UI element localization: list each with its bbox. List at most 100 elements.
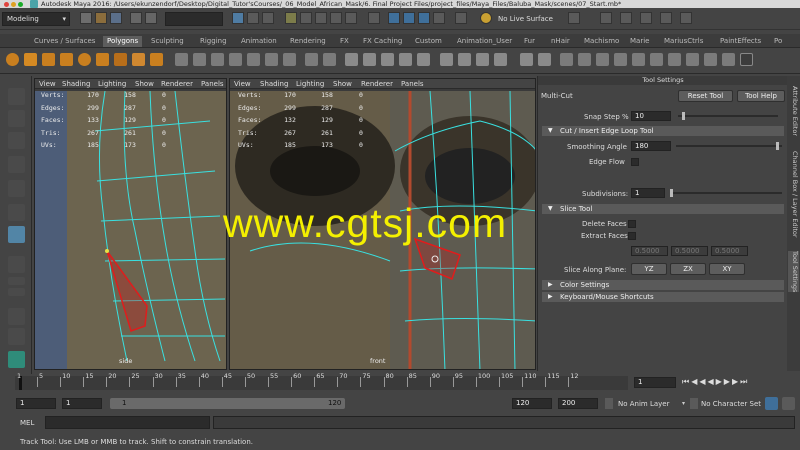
side-viewport-canvas[interactable]: Verts: 170 158 0 Edges: 299 287 0 Faces: 133 129… (35, 91, 226, 369)
section-keyboard-mouse-shortcuts[interactable]: ▶ Keyboard/Mouse Shortcuts (542, 292, 784, 302)
menu-lighting[interactable]: Lighting (296, 79, 324, 89)
auto-key-icon[interactable] (765, 397, 778, 410)
fill-hole-icon[interactable] (399, 53, 412, 66)
select-tool-icon[interactable] (8, 88, 25, 105)
menu-panels[interactable]: Panels (401, 79, 424, 89)
cut-uv-icon[interactable] (686, 53, 699, 66)
planar-map-icon[interactable] (578, 53, 591, 66)
anim-layer-icon[interactable] (605, 398, 613, 409)
extract-offset-y-field[interactable]: 0.5000 (671, 246, 708, 256)
anim-layer-label[interactable]: No Anim Layer (618, 400, 669, 408)
boolean-union-icon[interactable] (247, 53, 260, 66)
time-slider[interactable]: 1 ⏮◀◀◀▶▶▶⏭ (0, 374, 800, 392)
playback-end-field[interactable]: 120 (512, 398, 552, 409)
snap-step-slider[interactable] (678, 115, 778, 117)
extract-offset-x-field[interactable]: 0.5000 (631, 246, 668, 256)
edge-flow-checkbox[interactable] (631, 158, 639, 166)
single-perspective-layout-icon[interactable] (8, 256, 25, 273)
live-surface-icon[interactable] (480, 12, 492, 24)
menu-show[interactable]: Show (135, 79, 154, 89)
shelf-tab-po[interactable]: Po (774, 36, 782, 47)
section-color-settings[interactable]: ▶ Color Settings (542, 280, 784, 290)
extract-faces-checkbox[interactable] (628, 232, 636, 240)
slice-plane-xy-button[interactable]: XY (709, 263, 745, 275)
subdivisions-slider-handle[interactable] (670, 189, 673, 197)
unfold-icon[interactable] (650, 53, 663, 66)
poly-plane-icon[interactable] (96, 53, 109, 66)
tool-help-button[interactable]: Tool Help (737, 90, 785, 102)
shelf-tab-custom[interactable]: Custom (415, 36, 442, 47)
menu-show[interactable]: Show (333, 79, 352, 89)
smooth-mesh-icon[interactable] (323, 53, 336, 66)
snap-grid-icon[interactable] (285, 12, 297, 24)
playback-start-field[interactable]: 1 (62, 398, 102, 409)
menu-panels[interactable]: Panels (201, 79, 224, 89)
subdivisions-slider[interactable] (670, 192, 782, 194)
preferences-icon[interactable] (782, 397, 795, 410)
automatic-map-icon[interactable] (632, 53, 645, 66)
separate-icon[interactable] (193, 53, 206, 66)
quad-draw-icon[interactable] (494, 53, 507, 66)
rotate-tool-icon[interactable] (8, 180, 25, 197)
menu-view[interactable]: View (234, 79, 251, 89)
minimize-window-icon[interactable] (11, 2, 16, 7)
smoothing-angle-slider[interactable] (676, 145, 782, 147)
modeling-toolkit-icon[interactable] (600, 12, 612, 24)
menu-shading[interactable]: Shading (260, 79, 288, 89)
range-slider-bar[interactable]: 1 120 (110, 398, 345, 409)
boolean-difference-icon[interactable] (265, 53, 278, 66)
side-tab-channel-box-layer-editor[interactable]: Channel Box / Layer Editor (788, 151, 799, 238)
selection-mask-dropdown[interactable] (165, 12, 223, 26)
extrude-icon[interactable] (345, 53, 358, 66)
extract-offset-z-field[interactable]: 0.5000 (711, 246, 748, 256)
bridge-icon[interactable] (363, 53, 376, 66)
layer-editor-toggle-icon[interactable] (680, 12, 692, 24)
new-scene-icon[interactable] (80, 12, 92, 24)
outliner-layout-icon[interactable] (8, 308, 25, 325)
undo-icon[interactable] (130, 12, 142, 24)
character-set-icon[interactable] (690, 398, 698, 409)
make-live-icon[interactable] (345, 12, 357, 24)
two-view-layout-icon[interactable] (8, 288, 25, 296)
viewport-side[interactable]: View Shading Lighting Show Renderer Pane… (34, 78, 227, 370)
target-weld-icon[interactable] (458, 53, 471, 66)
start-time-field[interactable]: 1 (16, 398, 56, 409)
uv-editor-icon[interactable] (560, 53, 573, 66)
input-line-icon[interactable] (455, 12, 467, 24)
shelf-tab-animation[interactable]: Animation (241, 36, 277, 47)
slice-plane-zx-button[interactable]: ZX (670, 263, 706, 275)
shelf-tab-fx[interactable]: FX (340, 36, 349, 47)
snap-step-slider-handle[interactable] (682, 112, 685, 120)
playback-controls[interactable]: ⏮◀◀◀▶▶▶⏭ (682, 377, 749, 387)
sew-uv-icon[interactable] (704, 53, 717, 66)
menu-lighting[interactable]: Lighting (98, 79, 126, 89)
snap-curve-icon[interactable] (300, 12, 312, 24)
shelf-tab-curves-surfaces[interactable]: Curves / Surfaces (34, 36, 95, 47)
smoothing-angle-slider-handle[interactable] (776, 142, 779, 150)
render-current-frame-icon[interactable] (403, 12, 415, 24)
section-slice-tool[interactable]: ▼ Slice Tool (542, 204, 784, 214)
poly-sphere-icon[interactable] (6, 53, 19, 66)
tool-settings-toggle-icon[interactable] (660, 12, 672, 24)
graph-editor-layout-icon[interactable] (8, 328, 25, 345)
shelf-tab-machismo[interactable]: Machismo (584, 36, 619, 47)
smoothing-angle-field[interactable]: 180 (631, 141, 671, 151)
select-hierarchy-icon[interactable] (232, 12, 244, 24)
end-time-field[interactable]: 200 (558, 398, 598, 409)
symmetry-icon[interactable] (568, 12, 580, 24)
spherical-map-icon[interactable] (614, 53, 627, 66)
shelf-tab-mariusctrls[interactable]: MariusCtrls (664, 36, 703, 47)
shelf-tab-sculpting[interactable]: Sculpting (151, 36, 184, 47)
poly-platonic-icon[interactable] (132, 53, 145, 66)
mirror-icon[interactable] (305, 53, 318, 66)
menu-view[interactable]: View (39, 79, 56, 89)
save-scene-icon[interactable] (110, 12, 122, 24)
snap-step-field[interactable]: 10 (631, 111, 671, 121)
soften-edge-icon[interactable] (520, 53, 533, 66)
super-shape-icon[interactable] (150, 53, 163, 66)
section-cut-insert-edge-loop[interactable]: ▼ Cut / Insert Edge Loop Tool (542, 126, 784, 136)
close-window-icon[interactable] (4, 2, 9, 7)
shelf-tab-nhair[interactable]: nHair (551, 36, 570, 47)
boolean-intersection-icon[interactable] (283, 53, 296, 66)
poly-cylinder-icon[interactable] (42, 53, 55, 66)
